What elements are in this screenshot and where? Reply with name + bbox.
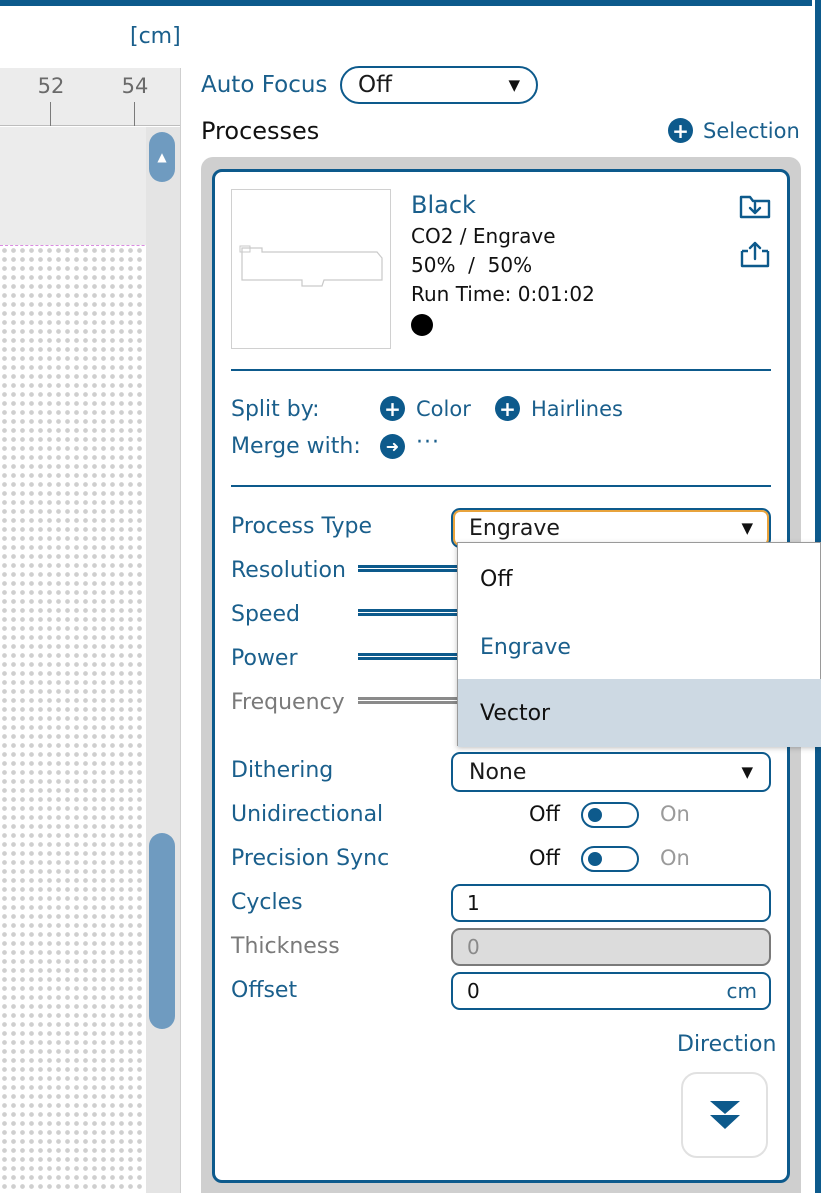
unidirectional-off-label: Off [529, 802, 560, 826]
process-type-option-off[interactable]: Off [458, 545, 821, 613]
split-hairlines-label: Hairlines [531, 396, 623, 421]
toggle-knob [588, 852, 602, 866]
thickness-label: Thickness [231, 934, 340, 959]
thickness-value: 0 [467, 935, 480, 959]
split-by-color-button[interactable]: + Color [380, 396, 471, 421]
merge-with-value: ··· [416, 430, 440, 455]
divider [231, 485, 771, 487]
ruler-tick [50, 102, 51, 126]
process-laser-mode: CO2 / Engrave [411, 224, 556, 248]
caret-down-icon: ▼ [508, 76, 520, 94]
cycles-input[interactable]: 1 [451, 884, 771, 922]
tray-export-icon [740, 241, 770, 268]
design-canvas[interactable] [0, 246, 146, 1193]
import-folder-button[interactable] [738, 189, 772, 223]
process-color-swatch[interactable] [411, 314, 433, 336]
processes-title: Processes [201, 117, 320, 145]
top-border [0, 0, 821, 6]
speed-label: Speed [231, 602, 300, 627]
plus-circle-icon: + [380, 396, 405, 421]
thickness-input: 0 [451, 928, 771, 966]
offset-unit: cm [726, 979, 757, 1003]
auto-focus-select[interactable]: Off ▼ [340, 66, 538, 104]
unidirectional-toggle[interactable] [581, 802, 639, 828]
merge-with-button[interactable]: ➜ ··· [380, 430, 440, 459]
process-type-option-engrave[interactable]: Engrave [458, 613, 821, 681]
cycles-label: Cycles [231, 890, 303, 915]
power-label: Power [231, 646, 298, 671]
process-type-option-vector[interactable]: Vector [458, 679, 821, 747]
process-power-speed: 50% / 50% [411, 253, 533, 277]
direction-label: Direction [677, 1032, 777, 1057]
panel-divider [180, 68, 181, 1193]
process-run-time: Run Time: 0:01:02 [411, 282, 595, 306]
triangle-up-icon: ▲ [157, 150, 167, 164]
caret-down-icon: ▼ [741, 519, 753, 537]
horizontal-ruler: 52 54 [0, 68, 180, 126]
process-type-dropdown-list: Off Engrave Vector [457, 542, 821, 747]
ruler-label-54: 54 [121, 74, 149, 98]
split-by-label: Split by: [231, 397, 320, 422]
selection-label: Selection [703, 118, 800, 143]
vertical-scrollbar-thumb[interactable] [149, 833, 175, 1029]
merge-with-label: Merge with: [231, 434, 361, 459]
power-slider[interactable] [358, 653, 458, 660]
scroll-up-button[interactable]: ▲ [149, 132, 175, 182]
precision-sync-off-label: Off [529, 846, 560, 870]
frequency-label: Frequency [231, 690, 345, 715]
resolution-label: Resolution [231, 558, 346, 583]
unidirectional-on-label: On [660, 802, 690, 826]
add-selection-button[interactable]: + Selection [668, 118, 800, 143]
split-color-label: Color [416, 396, 471, 421]
dithering-label: Dithering [231, 758, 334, 783]
split-by-hairlines-button[interactable]: + Hairlines [495, 396, 623, 421]
cycles-value: 1 [467, 891, 480, 915]
vertical-scrollbar-track[interactable] [146, 127, 180, 1193]
export-tray-button[interactable] [738, 237, 772, 271]
ruler-unit-label: [cm] [130, 24, 181, 49]
precision-sync-label: Precision Sync [231, 846, 390, 871]
toggle-knob [588, 808, 602, 822]
plus-circle-icon: + [495, 396, 520, 421]
caret-down-icon: ▼ [741, 763, 753, 781]
offset-label: Offset [231, 978, 298, 1003]
plus-circle-icon: + [668, 118, 693, 143]
canvas-margin-area [0, 127, 146, 245]
auto-focus-value: Off [358, 72, 392, 98]
divider [231, 369, 771, 371]
shape-preview-icon [239, 245, 383, 287]
process-type-value: Engrave [469, 515, 560, 541]
resolution-slider[interactable] [358, 565, 458, 572]
double-chevron-down-icon [709, 1101, 740, 1129]
process-name: Black [411, 191, 476, 219]
folder-import-icon [739, 195, 771, 219]
precision-sync-toggle[interactable] [581, 846, 639, 872]
arrow-right-circle-icon: ➜ [380, 434, 405, 459]
ruler-label-52: 52 [37, 74, 65, 98]
offset-input[interactable]: 0 cm [451, 972, 771, 1010]
speed-slider[interactable] [358, 609, 458, 616]
dithering-value: None [469, 759, 527, 785]
auto-focus-label: Auto Focus [201, 72, 328, 98]
ruler-tick [134, 102, 135, 126]
precision-sync-on-label: On [660, 846, 690, 870]
dithering-select[interactable]: None ▼ [451, 752, 771, 792]
process-preview-thumbnail [231, 189, 391, 349]
unidirectional-label: Unidirectional [231, 802, 384, 827]
frequency-slider [358, 697, 458, 704]
offset-value: 0 [467, 979, 480, 1003]
direction-button[interactable] [681, 1072, 768, 1158]
process-type-label: Process Type [231, 514, 372, 539]
